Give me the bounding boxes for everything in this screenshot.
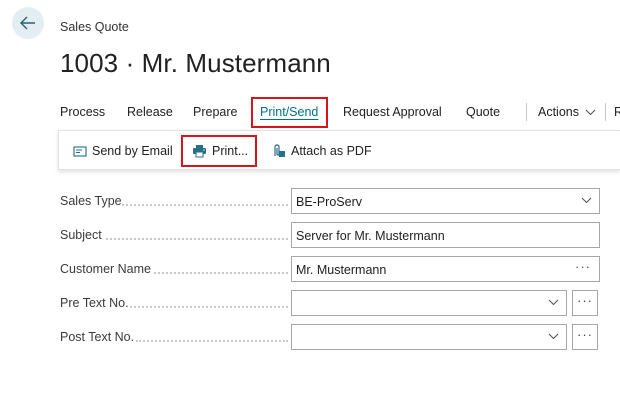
chevron-down-icon	[548, 299, 559, 306]
ellipsis-icon: ···	[577, 293, 593, 308]
pre-text-no-label: Pre Text No.	[60, 296, 129, 310]
back-arrow-icon	[20, 16, 35, 30]
action-overflow-r-label: R	[614, 105, 620, 119]
customer-name-value: Mr. Mustermann	[296, 263, 387, 277]
pre-text-no-row: Pre Text No. ···	[60, 290, 600, 316]
subject-value: Server for Mr. Mustermann	[296, 229, 445, 243]
print-send-submenu: Send by Email Print... Attach as PDF	[58, 130, 620, 170]
action-separator	[526, 103, 527, 121]
sales-type-row: Sales Type BE-ProServ	[60, 188, 600, 214]
customer-name-row: Customer Name Mr. Mustermann ···	[60, 256, 600, 282]
chevron-down-icon	[586, 109, 596, 116]
post-text-no-select[interactable]	[291, 324, 567, 350]
page-title: 1003 · Mr. Mustermann	[60, 48, 331, 78]
customer-name-label: Customer Name	[60, 262, 151, 276]
post-text-no-assist-button[interactable]: ···	[572, 324, 598, 350]
ellipsis-icon[interactable]: ···	[575, 259, 591, 274]
action-request-approval[interactable]: Request Approval	[343, 96, 442, 128]
sales-type-select[interactable]: BE-ProServ	[291, 188, 600, 214]
print-highlight	[181, 135, 257, 167]
label-leader	[122, 204, 288, 206]
attach-pdf-icon	[274, 144, 285, 157]
customer-name-input[interactable]: Mr. Mustermann ···	[291, 256, 600, 282]
page-caption: Sales Quote	[60, 20, 129, 34]
chevron-down-icon	[548, 333, 559, 340]
action-overflow-r[interactable]: R	[614, 96, 620, 128]
email-icon	[73, 145, 87, 157]
action-actions[interactable]: Actions	[538, 96, 596, 128]
action-release[interactable]: Release	[127, 96, 173, 128]
action-actions-label: Actions	[538, 105, 579, 119]
action-bar: Process Release Prepare Print/Send Reque…	[60, 96, 620, 128]
label-leader	[130, 306, 288, 308]
label-leader	[136, 340, 288, 342]
post-text-no-row: Post Text No. ···	[60, 324, 600, 350]
subject-label: Subject	[60, 228, 102, 242]
attach-as-pdf-label: Attach as PDF	[291, 144, 372, 158]
send-by-email-label: Send by Email	[92, 144, 173, 158]
subject-row: Subject Server for Mr. Mustermann	[60, 222, 600, 248]
pre-text-no-select[interactable]	[291, 290, 567, 316]
post-text-no-label: Post Text No.	[60, 330, 135, 344]
action-prepare-label: Prepare	[193, 105, 238, 119]
action-separator	[605, 103, 606, 121]
sales-type-value: BE-ProServ	[296, 195, 362, 209]
chevron-down-icon	[581, 197, 592, 204]
back-button[interactable]	[12, 7, 44, 39]
action-quote[interactable]: Quote	[466, 96, 500, 128]
action-release-label: Release	[127, 105, 173, 119]
attach-as-pdf-button[interactable]: Attach as PDF	[271, 131, 372, 171]
sales-type-label: Sales Type	[60, 194, 122, 208]
label-leader	[154, 272, 288, 274]
print-send-highlight	[251, 97, 328, 128]
action-request-approval-label: Request Approval	[343, 105, 442, 119]
action-process[interactable]: Process	[60, 96, 105, 128]
subject-input[interactable]: Server for Mr. Mustermann	[291, 222, 600, 248]
action-prepare[interactable]: Prepare	[193, 96, 237, 128]
action-process-label: Process	[60, 105, 106, 119]
ellipsis-icon: ···	[577, 327, 593, 342]
label-leader	[106, 238, 288, 240]
send-by-email-button[interactable]: Send by Email	[73, 131, 173, 171]
action-quote-label: Quote	[466, 105, 501, 119]
pre-text-no-assist-button[interactable]: ···	[572, 290, 598, 316]
